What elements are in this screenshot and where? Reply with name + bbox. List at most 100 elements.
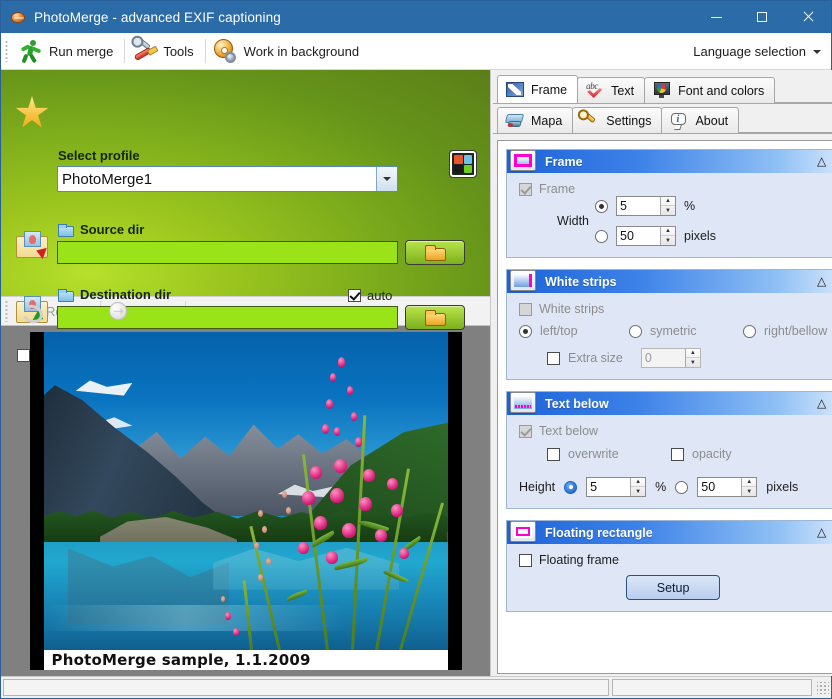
- options-panel: Frame △ Frame Width 5 ▲ ▼ % 50 ▲ ▼ pixel…: [497, 140, 832, 674]
- white-strips-symetric-row[interactable]: symetric: [629, 324, 743, 338]
- chevron-up-icon[interactable]: △: [817, 275, 827, 287]
- tab-text-label: Text: [611, 83, 635, 98]
- white-strips-rightbellow-radio[interactable]: [743, 324, 756, 338]
- extra-size-spinner[interactable]: ▲▼: [640, 348, 701, 368]
- text-below-pixels-spin-buttons[interactable]: ▲ ▼: [741, 478, 757, 496]
- auto-checkbox[interactable]: [348, 289, 361, 302]
- tab-about[interactable]: i About: [661, 107, 740, 133]
- text-below-enable-checkbox-row[interactable]: Text below: [519, 424, 827, 438]
- extra-size-spin-buttons[interactable]: ▲ ▼: [684, 349, 700, 367]
- tab-text[interactable]: abc Text: [577, 77, 646, 103]
- source-browse-button[interactable]: [405, 240, 465, 265]
- group-text-below: Text below △ Text below overwrite opacit…: [506, 391, 832, 509]
- abc-check-icon: abc: [585, 81, 605, 99]
- extra-size-input[interactable]: [641, 349, 685, 367]
- text-below-enable-label: Text below: [539, 424, 599, 438]
- frame-width-pixels-spinner[interactable]: ▲▼: [616, 226, 676, 246]
- group-floating-rectangle-header[interactable]: Floating rectangle △: [507, 520, 832, 544]
- white-strips-enable-label: White strips: [539, 302, 605, 316]
- frame-width-percent-spinner[interactable]: ▲▼: [616, 196, 676, 216]
- mail-photo-in-icon: [16, 230, 52, 262]
- tab-settings[interactable]: Settings: [572, 107, 663, 133]
- maximize-button[interactable]: [739, 1, 785, 33]
- frame-width-percent-input[interactable]: [617, 197, 660, 215]
- photo-frame[interactable]: PhotoMerge sample, 1.1.2009: [29, 332, 462, 670]
- frame-enable-checkbox[interactable]: [519, 182, 532, 196]
- group-text-below-header[interactable]: Text below △: [507, 391, 832, 415]
- opacity-row[interactable]: opacity: [671, 447, 732, 461]
- action-bar-grip[interactable]: [5, 300, 8, 322]
- group-white-strips-header[interactable]: White strips △: [507, 269, 832, 293]
- options-scroll-content: Frame △ Frame Width 5 ▲ ▼ % 50 ▲ ▼ pixel…: [498, 141, 832, 673]
- frame-width-percent-spin-buttons[interactable]: ▲ ▼: [660, 197, 675, 215]
- tools-button[interactable]: Tools: [127, 35, 202, 68]
- text-below-height-label: Height: [519, 480, 556, 494]
- extra-size-checkbox[interactable]: [547, 351, 560, 365]
- profile-input[interactable]: [58, 167, 376, 191]
- tab-font-and-colors[interactable]: Font and colors: [644, 77, 776, 103]
- text-below-percent-input[interactable]: [587, 478, 631, 496]
- spin-down-icon: ▼: [665, 207, 671, 214]
- source-dir-input[interactable]: [57, 241, 398, 264]
- work-in-background-button[interactable]: Work in background: [208, 35, 368, 68]
- destination-dir-label: Destination dir: [80, 287, 172, 302]
- chevron-up-icon[interactable]: △: [817, 155, 827, 167]
- tab-mapa[interactable]: Mapa: [497, 107, 574, 133]
- frame-enable-checkbox-row[interactable]: Frame: [519, 182, 827, 196]
- frame-width-pixels-input[interactable]: [617, 227, 660, 245]
- opacity-checkbox[interactable]: [671, 447, 684, 461]
- text-below-pixels-radio[interactable]: [675, 480, 689, 494]
- real-preview-checkbox[interactable]: [17, 349, 30, 362]
- frame-width-percent-radio[interactable]: [595, 199, 608, 213]
- white-strips-enable-checkbox-row[interactable]: White strips: [519, 302, 827, 316]
- monitor-pie-icon: [652, 82, 672, 99]
- opacity-label: opacity: [692, 447, 732, 461]
- white-strips-rightbellow-row[interactable]: right/bellow: [743, 324, 827, 338]
- text-below-enable-checkbox[interactable]: [519, 424, 532, 438]
- window-controls: [693, 1, 831, 33]
- minimize-button[interactable]: [693, 1, 739, 33]
- white-strips-enable-checkbox[interactable]: [519, 302, 532, 316]
- frame-width-pixels-row: ▲▼ pixels: [595, 226, 827, 246]
- tab-frame-label: Frame: [531, 82, 568, 97]
- group-frame-header[interactable]: Frame △: [507, 149, 832, 173]
- status-bar: [1, 676, 831, 698]
- run-merge-label: Run merge: [49, 43, 114, 59]
- frame-width-percent-unit: %: [684, 199, 696, 213]
- auto-checkbox-row[interactable]: auto: [348, 288, 392, 303]
- frame-width-pixels-radio[interactable]: [595, 229, 608, 243]
- tab-frame[interactable]: Frame: [497, 75, 579, 103]
- text-below-percent-radio[interactable]: [564, 480, 578, 494]
- frame-width-pixels-spin-buttons[interactable]: ▲ ▼: [660, 227, 675, 245]
- group-text-below-body: Text below overwrite opacity Height 5 ▲ …: [507, 415, 832, 508]
- text-below-pixels-input[interactable]: [698, 478, 742, 496]
- floating-frame-checkbox[interactable]: [519, 553, 532, 567]
- white-strips-lefttop-label: left/top: [540, 324, 578, 338]
- chevron-up-icon[interactable]: △: [817, 526, 827, 538]
- profile-combobox[interactable]: [57, 166, 398, 192]
- white-strips-lefttop-row[interactable]: left/top: [519, 324, 629, 338]
- profile-dropdown-button[interactable]: [376, 167, 397, 191]
- open-folder-icon: [425, 310, 446, 326]
- color-palette-button[interactable]: [449, 150, 477, 178]
- overwrite-checkbox[interactable]: [547, 447, 560, 461]
- setup-button[interactable]: Setup: [626, 575, 721, 600]
- floating-frame-checkbox-row[interactable]: Floating frame: [519, 553, 827, 567]
- overwrite-row[interactable]: overwrite: [547, 447, 663, 461]
- text-below-pixels-unit: pixels: [766, 480, 799, 494]
- text-below-pixels-spinner[interactable]: ▲▼: [697, 477, 758, 497]
- language-selection-dropdown[interactable]: Language selection: [693, 33, 821, 70]
- palette-swatch-green: [463, 164, 472, 173]
- close-button[interactable]: [785, 1, 831, 33]
- destination-browse-button[interactable]: [405, 305, 465, 330]
- frame-icon: [505, 81, 525, 98]
- white-strips-symetric-radio[interactable]: [629, 324, 642, 338]
- toolbar-grip[interactable]: [5, 40, 8, 62]
- chevron-up-icon[interactable]: △: [817, 397, 827, 409]
- text-below-percent-spinner[interactable]: ▲▼: [586, 477, 647, 497]
- white-strips-lefttop-radio[interactable]: [519, 324, 532, 338]
- text-below-percent-spin-buttons[interactable]: ▲ ▼: [630, 478, 646, 496]
- resize-grip-icon[interactable]: [817, 681, 829, 694]
- tab-row-2: Mapa Settings i About: [493, 104, 832, 134]
- run-merge-button[interactable]: Run merge: [13, 35, 122, 68]
